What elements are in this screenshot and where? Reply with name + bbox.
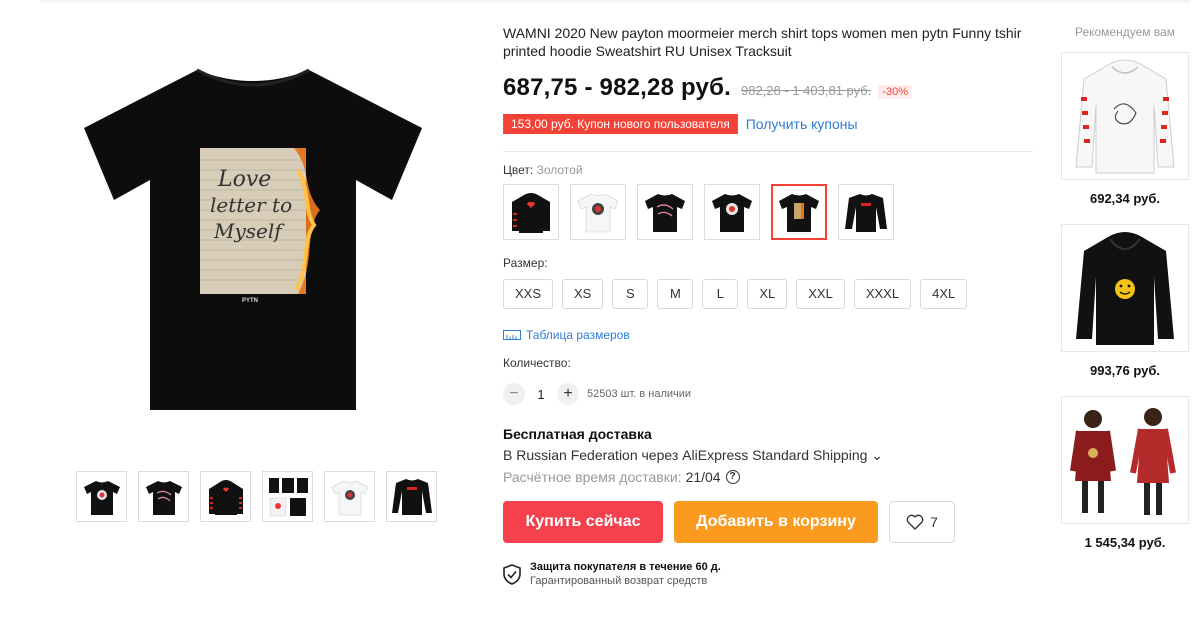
- size-options: XXS XS S M L XL XXL XXXL 4XL: [503, 279, 1033, 309]
- recommended-item-image: [1061, 224, 1189, 352]
- protection-title: Защита покупателя в течение 60 д.: [530, 561, 721, 573]
- note-line-2: letter to: [210, 193, 292, 217]
- buyer-protection: Защита покупателя в течение 60 д. Гарант…: [503, 561, 1033, 587]
- color-option-black-hoodie[interactable]: [503, 184, 559, 240]
- product-title: WAMNI 2020 New payton moormeier merch sh…: [503, 25, 1022, 59]
- size-option-xs[interactable]: XS: [562, 279, 604, 309]
- old-price: 982,28 - 1 403,81 руб.: [741, 83, 872, 98]
- color-selected-value: Золотой: [536, 163, 583, 177]
- wishlist-button[interactable]: 7: [889, 501, 955, 543]
- thumbnail-tshirt-rose[interactable]: [76, 471, 127, 522]
- size-option-xl[interactable]: XL: [747, 279, 788, 309]
- product-info: WAMNI 2020 New payton moormeier merch sh…: [501, 24, 1033, 587]
- divider: [503, 151, 1033, 152]
- get-coupons-link[interactable]: Получить купоны: [746, 116, 858, 132]
- recommendations-panel: Рекомендуем вам 692,34 руб. 993,76 руб. …: [1061, 25, 1189, 550]
- color-label: Цвет: Золотой: [503, 163, 1033, 177]
- delivery-estimate: Расчётное время доставки: 21/04 ?: [503, 469, 1033, 485]
- ruler-icon: [503, 330, 521, 340]
- size-option-s[interactable]: S: [612, 279, 649, 309]
- top-divider: [40, 0, 1190, 4]
- help-icon[interactable]: ?: [725, 470, 740, 484]
- size-option-xxxl[interactable]: XXXL: [853, 279, 912, 309]
- protection-text: Защита покупателя в течение 60 д. Гарант…: [530, 561, 721, 587]
- recommended-item-image: [1061, 52, 1189, 180]
- quantity-plus-button[interactable]: +: [557, 383, 579, 405]
- thumbnail-tshirt-text[interactable]: [138, 471, 189, 522]
- color-option-black-longsleeve[interactable]: [838, 184, 894, 240]
- color-label-text: Цвет:: [503, 163, 534, 177]
- protection-subtitle: Гарантированный возврат средств: [530, 575, 708, 587]
- thumbnail-hoodie[interactable]: [200, 471, 251, 522]
- note-line-1: Love: [217, 167, 271, 192]
- size-option-xxl[interactable]: XXL: [796, 279, 845, 309]
- shipping-title: Бесплатная доставка: [503, 426, 652, 442]
- main-product-image[interactable]: Love letter to Myself PYTN: [72, 60, 434, 420]
- recommended-item-price: 1 545,34 руб.: [1084, 535, 1166, 550]
- size-option-l[interactable]: L: [702, 279, 739, 309]
- thumbnail-strip: [76, 471, 437, 522]
- new-user-coupon: 153,00 руб. Купон нового пользователя: [501, 114, 738, 134]
- recommended-item[interactable]: 1 545,34 руб.: [1061, 396, 1189, 550]
- size-option-m[interactable]: M: [657, 279, 694, 309]
- thumbnail-set[interactable]: [262, 471, 313, 522]
- color-option-black-tshirt-rose[interactable]: [704, 184, 760, 240]
- size-option-4xl[interactable]: 4XL: [920, 279, 968, 309]
- color-option-white-tshirt[interactable]: [570, 184, 626, 240]
- heart-icon: [906, 514, 924, 530]
- recommended-item-price: 993,76 руб.: [1089, 363, 1160, 378]
- shield-icon: [503, 563, 521, 585]
- thumbnail-longsleeve[interactable]: [386, 471, 437, 522]
- buy-now-button[interactable]: Купить сейчас: [503, 501, 663, 543]
- size-label: Размер:: [503, 256, 548, 270]
- delivery-estimate-date: 21/04: [685, 469, 721, 485]
- delivery-estimate-label: Расчётное время доставки:: [503, 469, 682, 485]
- recommended-item[interactable]: 993,76 руб.: [1061, 224, 1189, 378]
- wishlist-count: 7: [930, 514, 938, 530]
- recommendations-title: Рекомендуем вам: [1074, 25, 1176, 39]
- discount-badge: -30%: [878, 85, 913, 99]
- add-to-cart-button[interactable]: Добавить в корзину: [674, 501, 878, 543]
- quantity-label: Количество:: [503, 356, 571, 370]
- thumbnail-white-tshirt[interactable]: [324, 471, 375, 522]
- recommended-item[interactable]: 692,34 руб.: [1061, 52, 1189, 206]
- color-option-black-tshirt-letter[interactable]: [771, 184, 827, 240]
- price-row: 687,75 - 982,28 руб. 982,28 - 1 403,81 р…: [503, 74, 1033, 102]
- size-table-link[interactable]: Таблица размеров: [503, 328, 1033, 342]
- coupon-row: 153,00 руб. Купон нового пользователя По…: [501, 114, 1033, 134]
- quantity-value[interactable]: 1: [525, 387, 557, 402]
- recommended-item-image: [1061, 396, 1189, 524]
- quantity-minus-button[interactable]: −: [503, 383, 525, 405]
- current-price: 687,75 - 982,28 руб.: [503, 74, 731, 101]
- size-table-label: Таблица размеров: [526, 328, 630, 342]
- color-options: [503, 184, 1033, 240]
- shirt-brand-text: PYTN: [242, 298, 258, 304]
- shipping-method[interactable]: В Russian Federation через AliExpress St…: [503, 447, 1033, 464]
- recommended-item-price: 692,34 руб.: [1089, 191, 1160, 206]
- note-line-3: Myself: [213, 219, 285, 243]
- color-option-black-tshirt-text[interactable]: [637, 184, 693, 240]
- stock-count: 52503 шт. в наличии: [587, 388, 692, 400]
- purchase-actions: Купить сейчас Добавить в корзину 7: [503, 501, 1033, 543]
- quantity-stepper: − 1 + 52503 шт. в наличии: [503, 383, 1033, 405]
- size-option-xxs[interactable]: XXS: [503, 279, 554, 309]
